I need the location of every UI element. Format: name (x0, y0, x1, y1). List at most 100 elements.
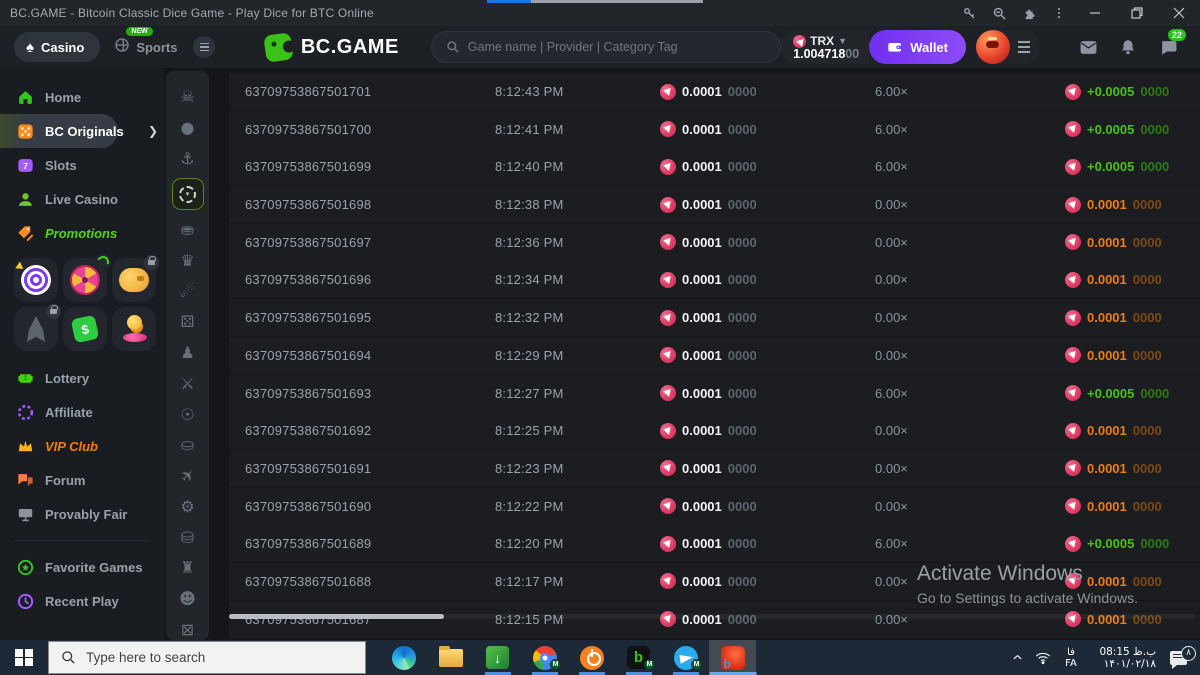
sidebar-item-bc-originals[interactable]: BC Originals (0, 114, 124, 148)
bcgame-logo[interactable]: BC.GAME (263, 31, 399, 63)
taskbar-app-openvpn[interactable] (568, 640, 615, 675)
promo-tile-lucky-wheel-spin[interactable] (63, 254, 111, 302)
dice-3d-game-icon[interactable]: ⚄ (177, 311, 199, 333)
chips-game-icon[interactable]: ⛂ (177, 219, 199, 241)
restore-icon[interactable] (1116, 0, 1158, 26)
sidebar-item-label: VIP Club (45, 438, 98, 454)
currency-selector[interactable]: TRX ▼ 1.00471800 (781, 30, 870, 64)
taskbar-app-dice-app[interactable] (709, 640, 756, 675)
sidebar-item-provably-fair[interactable]: Provably Fair (0, 497, 164, 531)
bet-row[interactable]: 63709753867501697 8:12:36 PM 0.0001 0000 0.0… (229, 223, 1200, 261)
bet-row[interactable]: 63709753867501687 8:12:15 PM 0.0001 0000 0.0… (229, 600, 1200, 638)
sidebar-item-forum[interactable]: Forum (0, 463, 164, 497)
sword-game-icon[interactable]: ⚔ (177, 373, 199, 395)
bomb-game-icon[interactable]: ☄ (177, 280, 199, 302)
horizontal-scrollbar[interactable] (229, 614, 1196, 619)
sidebar-toggle-icon[interactable] (193, 36, 215, 58)
clock[interactable]: ب.ظ 08:15 ۱۴۰۱/۰۲/۱۸ (1086, 646, 1156, 670)
sidebar-item-affiliate[interactable]: Affiliate (0, 395, 164, 429)
tile-x-game-icon[interactable]: ⊠ (177, 618, 199, 640)
bet-row[interactable]: 63709753867501701 8:12:43 PM 0.0001 0000 6.0… (229, 73, 1200, 110)
mask-game-icon[interactable]: ☠ (177, 86, 199, 108)
profile-menu[interactable] (976, 30, 1040, 64)
bet-row[interactable]: 63709753867501693 8:12:27 PM 0.0001 0000 6.0… (229, 374, 1200, 412)
progress-track (531, 0, 703, 3)
password-key-icon[interactable] (954, 0, 984, 26)
saucer-game-icon[interactable]: ☉ (177, 403, 199, 425)
pawn-game-icon[interactable]: ♟ (177, 342, 199, 364)
bet-id: 63709753867501692 (245, 423, 372, 439)
bet-row[interactable]: 63709753867501694 8:12:29 PM 0.0001 0000 0.0… (229, 336, 1200, 374)
selected-dice-glyph: ▾ (179, 185, 196, 203)
taskbar-app-chrome-m[interactable]: M (521, 640, 568, 675)
extensions-icon[interactable] (1014, 0, 1044, 26)
chat-icon[interactable]: 22 (1148, 28, 1188, 57)
search-icon (446, 40, 460, 54)
bet-row[interactable]: 63709753867501696 8:12:34 PM 0.0001 0000 0.0… (229, 261, 1200, 299)
sidebar-item-promotions[interactable]: Promotions (0, 216, 164, 250)
bet-amount: 0.0001 0000 (660, 573, 875, 590)
language-indicator[interactable]: فا FA (1056, 647, 1086, 669)
gear-game-icon[interactable]: ⚙ (177, 495, 199, 517)
wallet-button[interactable]: Wallet (869, 30, 966, 64)
promo-tile-rocket-bonus[interactable] (14, 304, 61, 351)
classic-dice-game-icon[interactable]: ▾ (171, 178, 204, 210)
trx-coin-icon (1065, 422, 1081, 439)
sidebar-divider (14, 540, 150, 541)
scrollbar-thumb[interactable] (229, 614, 444, 619)
bet-row[interactable]: 63709753867501688 8:12:17 PM 0.0001 0000 0.0… (229, 562, 1200, 600)
promo-tile-spiral-target-bonus[interactable] (14, 258, 58, 302)
sidebar-item-slots[interactable]: 7 Slots (0, 148, 164, 182)
trx-coin-icon (1065, 460, 1081, 477)
cash-tag-bonus-art: $ (70, 314, 100, 344)
bet-row[interactable]: 63709753867501695 8:12:32 PM 0.0001 0000 0.0… (229, 299, 1200, 337)
action-center-icon[interactable]: ٨ (1156, 645, 1200, 669)
bet-row[interactable]: 63709753867501698 8:12:38 PM 0.0001 0000 0.0… (229, 186, 1200, 224)
bet-row[interactable]: 63709753867501699 8:12:40 PM 0.0001 0000 6.0… (229, 148, 1200, 186)
lucky-wheel-spin-art (70, 265, 100, 295)
search-input[interactable] (467, 40, 767, 54)
mail-icon[interactable] (1068, 38, 1108, 57)
wifi-icon[interactable] (1030, 650, 1056, 666)
zoom-icon[interactable] (984, 0, 1014, 26)
bet-payout: +0.0005 0000 (1065, 121, 1169, 138)
sidebar-item-live-casino[interactable]: Live Casino (0, 182, 164, 216)
sidebar-item-lottery[interactable]: Lottery (0, 361, 164, 395)
robot-game-icon[interactable]: ♜ (177, 557, 199, 579)
bet-row[interactable]: 63709753867501690 8:12:22 PM 0.0001 0000 0.0… (229, 487, 1200, 525)
crown-game-icon[interactable]: ♛ (177, 250, 199, 272)
taskbar-app-idm[interactable]: ↓ (474, 640, 521, 675)
taskbar-app-edge[interactable] (380, 640, 427, 675)
sidebar-item-favorite-games[interactable]: Favorite Games (0, 550, 164, 584)
fishing-game-icon[interactable]: ⚓ (177, 147, 199, 169)
fruit-game-icon[interactable]: ● (177, 117, 199, 139)
coin-hand-game-icon[interactable]: ⛀ (177, 434, 199, 456)
promo-tile-piggy-bank-bonus[interactable] (112, 255, 159, 302)
sidebar: Home BC Originals ❯ 7 Slots Live Casino Promot… (0, 68, 164, 640)
bet-row[interactable]: 63709753867501691 8:12:23 PM 0.0001 0000 0.0… (229, 449, 1200, 487)
bet-row[interactable]: 63709753867501689 8:12:20 PM 0.0001 0000 6.0… (229, 525, 1200, 563)
sidebar-item-vip-club[interactable]: VIP Club (0, 429, 164, 463)
casino-tab[interactable]: ♠ Casino (14, 32, 101, 62)
minimize-icon[interactable] (1074, 0, 1116, 26)
taskbar-search-input[interactable] (86, 650, 353, 665)
tray-chevron-icon[interactable] (1004, 652, 1030, 663)
helmet-game-icon[interactable]: ☻ (177, 588, 199, 610)
close-icon[interactable] (1158, 0, 1200, 26)
sidebar-item-home[interactable]: Home (0, 80, 164, 114)
bet-multiplier: 6.00× (875, 121, 908, 137)
start-button[interactable] (0, 640, 48, 675)
promo-tile-coin-drop-bonus[interactable] (112, 307, 156, 351)
notifications-bell-icon[interactable] (1108, 38, 1148, 56)
taskbar-app-file-explorer[interactable] (427, 640, 474, 675)
rocket-game-icon[interactable]: ✈ (172, 460, 203, 491)
promo-tile-cash-tag-bonus[interactable]: $ (63, 307, 107, 351)
browser-menu-icon[interactable] (1044, 0, 1074, 26)
bet-row[interactable]: 63709753867501700 8:12:41 PM 0.0001 0000 6.0… (229, 110, 1200, 148)
taskbar-app-bcgame[interactable]: bM (615, 640, 662, 675)
sidebar-item-recent-play[interactable]: Recent Play (0, 584, 164, 618)
taskbar-app-telegram[interactable]: M (662, 640, 709, 675)
cards-game-icon[interactable]: ⛁ (177, 526, 199, 548)
bet-row[interactable]: 63709753867501692 8:12:25 PM 0.0001 0000 0.0… (229, 412, 1200, 450)
sports-tab[interactable]: NEW Sports (114, 27, 177, 62)
